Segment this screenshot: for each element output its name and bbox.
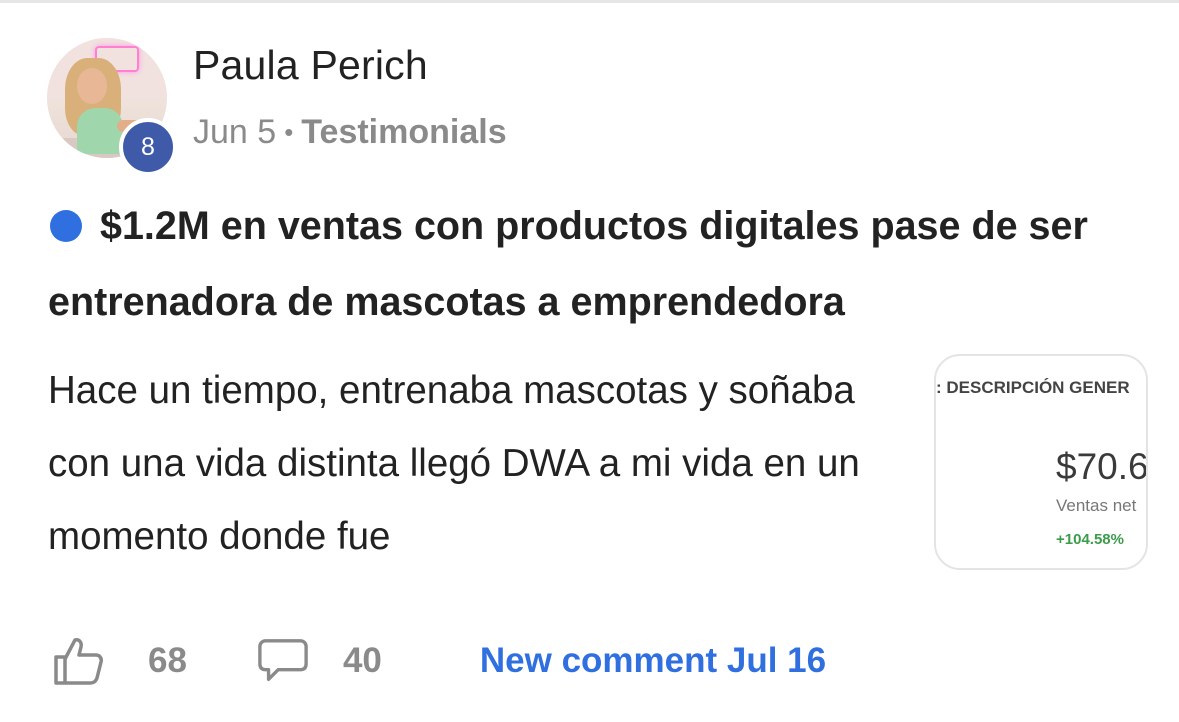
post-thumbnail[interactable]: : DESCRIPCIÓN GENER $70.6 Ventas net +10… [934,354,1148,570]
post-title[interactable]: $1.2M en ventas con productos digitales … [48,188,1138,340]
post-footer: 68 40 New comment Jul 16 [52,636,826,686]
post-title-text: $1.2M en ventas con productos digitales … [48,204,1088,324]
level-badge: 8 [119,118,177,176]
new-comment-link[interactable]: New comment Jul 16 [480,641,826,681]
thumbnail-heading: : DESCRIPCIÓN GENER [936,378,1130,397]
thumbnail-amount: $70.6 [1056,446,1148,487]
thumbs-up-icon[interactable] [52,636,104,686]
speech-bubble-icon[interactable] [257,636,309,686]
post-meta: Jun 5 • Testimonials [193,113,507,152]
unread-indicator-icon [50,209,82,242]
thumbnail-subtitle: Ventas net [1056,496,1137,515]
post-date: Jun 5 [193,113,277,151]
post-category[interactable]: Testimonials [301,113,506,152]
top-divider [0,0,1179,3]
meta-separator: • [284,117,294,147]
author-avatar[interactable]: 8 [47,38,177,176]
author-name[interactable]: Paula Perich [193,42,428,89]
thumbnail-change: +104.58% [1056,531,1124,548]
like-count: 68 [148,641,187,680]
comment-count: 40 [342,641,382,680]
post-excerpt[interactable]: Hace un tiempo, entrenaba mascotas y soñ… [48,354,908,573]
